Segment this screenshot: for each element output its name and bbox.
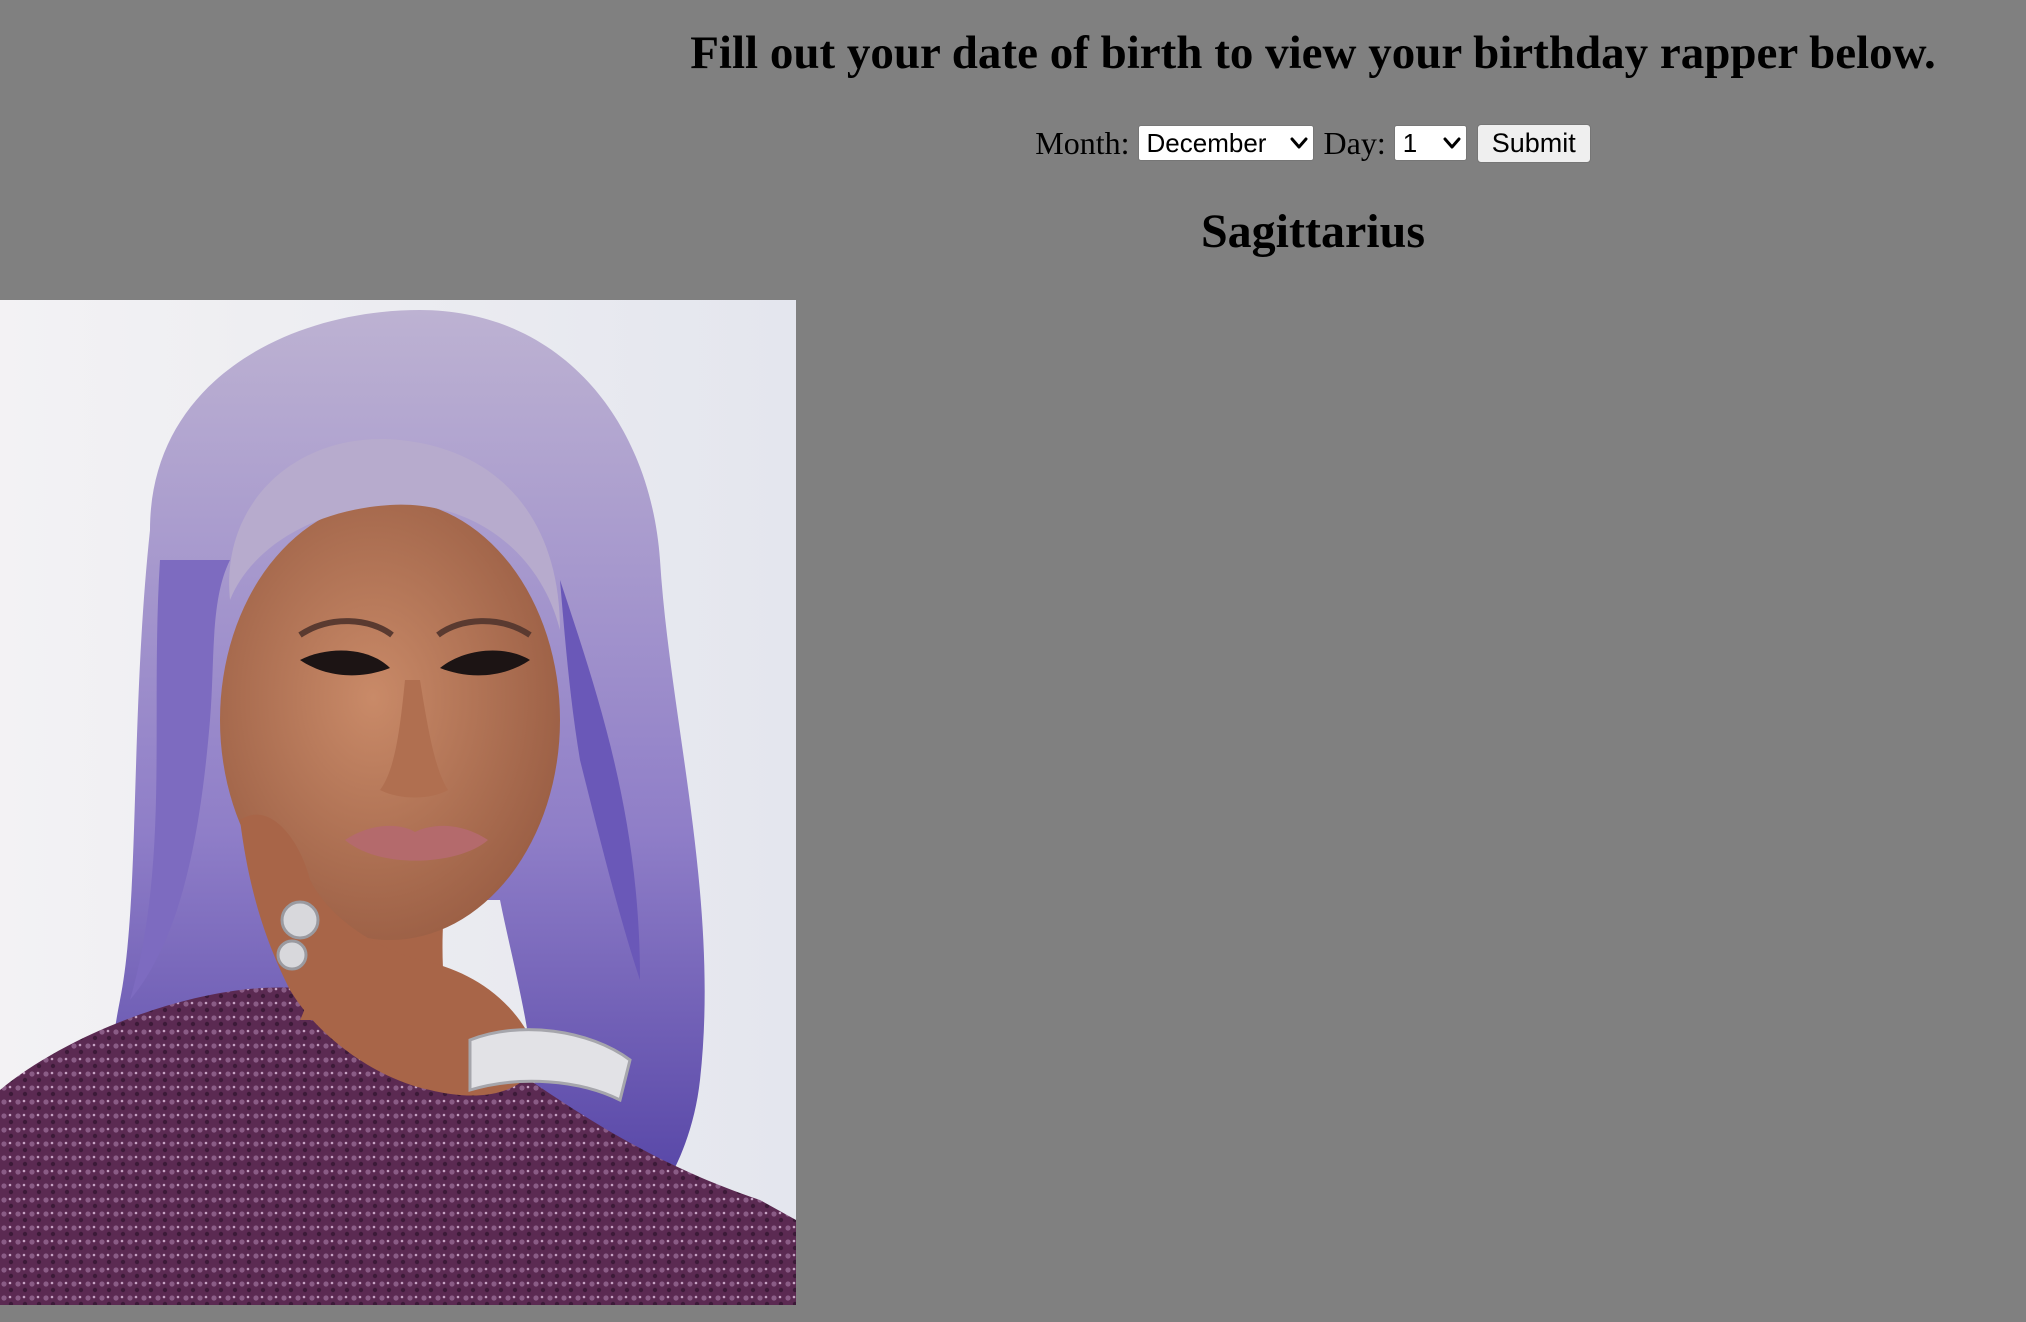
day-selected-value: 1 <box>1402 127 1418 158</box>
chevron-down-icon <box>1443 137 1461 149</box>
submit-button[interactable]: Submit <box>1476 123 1591 163</box>
day-label: Day: <box>1323 124 1386 161</box>
day-select[interactable]: 1 <box>1393 125 1467 161</box>
chevron-down-icon <box>1290 137 1308 149</box>
page-title: Fill out your date of birth to view your… <box>690 27 1936 79</box>
month-select[interactable]: December <box>1137 125 1314 161</box>
month-selected-value: December <box>1146 127 1267 158</box>
birthday-form: Month: December Day: 1 Submit <box>600 122 2026 164</box>
rapper-photo <box>0 300 796 1305</box>
month-label: Month: <box>1035 124 1130 161</box>
zodiac-sign-heading: Sagittarius <box>1200 205 1425 258</box>
